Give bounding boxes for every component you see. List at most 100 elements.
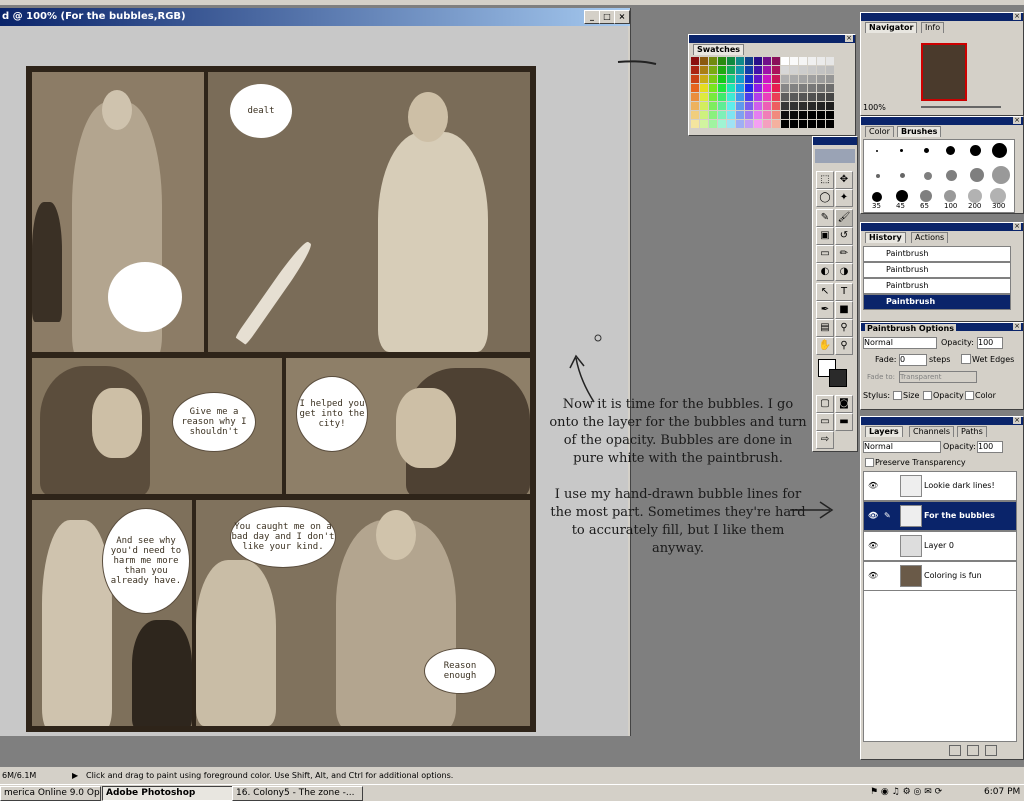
color-swatch[interactable]: [700, 57, 708, 65]
taskbar-item-aol[interactable]: merica Online 9.0 Opti...: [0, 786, 101, 801]
hand-tool-icon[interactable]: ✋: [816, 337, 834, 355]
color-swatch[interactable]: [691, 75, 699, 83]
tab-swatches[interactable]: Swatches: [693, 44, 744, 55]
marquee-tool-icon[interactable]: ⬚: [816, 171, 834, 189]
airbrush-tool-icon[interactable]: ✎: [816, 209, 834, 227]
color-swatch[interactable]: [754, 84, 762, 92]
new-layer-icon[interactable]: [967, 745, 979, 756]
screen-mode-icon[interactable]: ▭: [816, 413, 834, 431]
color-swatch[interactable]: [826, 75, 834, 83]
history-brush-icon[interactable]: ↺: [835, 227, 853, 245]
standard-mode-icon[interactable]: ▢: [816, 395, 834, 413]
trash-icon[interactable]: [985, 745, 997, 756]
brush-tip[interactable]: [944, 190, 956, 202]
color-swatch[interactable]: [700, 75, 708, 83]
color-swatch[interactable]: [808, 111, 816, 119]
palette-titlebar[interactable]: [813, 137, 857, 145]
zoom-slider[interactable]: [921, 106, 1001, 108]
palette-titlebar[interactable]: ×: [861, 223, 1023, 231]
color-swatch[interactable]: [799, 75, 807, 83]
color-swatch[interactable]: [790, 102, 798, 110]
notes-tool-icon[interactable]: ▤: [816, 319, 834, 337]
quickmask-mode-icon[interactable]: ◙: [835, 395, 853, 413]
color-swatch[interactable]: [799, 102, 807, 110]
tab-info[interactable]: Info: [921, 22, 945, 33]
close-icon[interactable]: ×: [1013, 323, 1021, 330]
fade-input[interactable]: 0: [899, 354, 927, 366]
color-swatch[interactable]: [808, 75, 816, 83]
color-swatch[interactable]: [691, 93, 699, 101]
eye-icon[interactable]: 👁: [868, 472, 878, 500]
color-swatch[interactable]: [763, 120, 771, 128]
color-swatch[interactable]: [817, 93, 825, 101]
color-swatch[interactable]: [754, 75, 762, 83]
color-swatch[interactable]: [790, 57, 798, 65]
tab-navigator[interactable]: Navigator: [865, 22, 918, 33]
color-swatch[interactable]: [772, 93, 780, 101]
close-icon[interactable]: ×: [1013, 223, 1021, 230]
color-swatch[interactable]: [718, 120, 726, 128]
color-swatch[interactable]: [790, 93, 798, 101]
tray-icons[interactable]: ⚑ ◉ ♫ ⚙ ◎ ✉ ⟳: [870, 786, 978, 799]
color-swatch[interactable]: [727, 93, 735, 101]
layer-row-active[interactable]: 👁 ✎ For the bubbles: [863, 501, 1017, 531]
color-swatch[interactable]: [709, 75, 717, 83]
color-swatch[interactable]: [799, 93, 807, 101]
color-swatch[interactable]: [700, 120, 708, 128]
palette-titlebar[interactable]: ×: [861, 417, 1023, 425]
brush-tip[interactable]: [900, 149, 903, 152]
color-swatch[interactable]: [808, 102, 816, 110]
stylus-size-checkbox[interactable]: [893, 391, 902, 400]
color-swatch[interactable]: [727, 66, 735, 74]
color-swatch[interactable]: [799, 66, 807, 74]
color-swatch[interactable]: [745, 75, 753, 83]
color-swatch[interactable]: [763, 102, 771, 110]
fullscreen-mode-icon[interactable]: ▬: [835, 413, 853, 431]
color-swatch[interactable]: [754, 57, 762, 65]
blur-tool-icon[interactable]: ◐: [816, 263, 834, 281]
layer-opacity-input[interactable]: 100: [977, 441, 1003, 453]
stylus-color-checkbox[interactable]: [965, 391, 974, 400]
close-icon[interactable]: ×: [1013, 417, 1021, 424]
magic-wand-icon[interactable]: ✦: [835, 189, 853, 207]
color-swatch[interactable]: [718, 84, 726, 92]
color-swatch[interactable]: [745, 111, 753, 119]
close-icon[interactable]: ×: [1013, 117, 1021, 124]
color-swatch[interactable]: [799, 57, 807, 65]
tab-color[interactable]: Color: [865, 126, 894, 137]
paintbrush-tool-icon[interactable]: 🖌: [835, 209, 853, 227]
layer-row[interactable]: 👁 Coloring is fun: [863, 561, 1017, 591]
color-swatch[interactable]: [754, 120, 762, 128]
color-swatch[interactable]: [727, 111, 735, 119]
type-tool-icon[interactable]: T: [835, 283, 853, 301]
color-swatch[interactable]: [700, 102, 708, 110]
brush-tip[interactable]: [946, 146, 955, 155]
color-swatch[interactable]: [790, 75, 798, 83]
color-swatch[interactable]: [826, 120, 834, 128]
color-swatch[interactable]: [826, 66, 834, 74]
color-swatch[interactable]: [745, 66, 753, 74]
close-icon[interactable]: ×: [1013, 13, 1021, 20]
color-swatch[interactable]: [754, 66, 762, 74]
pencil-tool-icon[interactable]: ✏: [835, 245, 853, 263]
background-color-swatch[interactable]: [829, 369, 847, 387]
taskbar-item-browser[interactable]: 16. Colony5 - The zone -...: [232, 786, 363, 801]
color-swatch[interactable]: [817, 57, 825, 65]
navigator-thumbnail[interactable]: [921, 43, 967, 101]
color-swatch[interactable]: [736, 84, 744, 92]
eye-icon[interactable]: 👁: [868, 532, 878, 560]
tab-history[interactable]: History: [865, 232, 906, 243]
palette-titlebar[interactable]: ×: [689, 35, 855, 43]
color-swatch[interactable]: [736, 66, 744, 74]
tab-layers[interactable]: Layers: [865, 426, 903, 437]
swatch-grid[interactable]: [691, 57, 841, 133]
color-swatch[interactable]: [763, 75, 771, 83]
color-swatch[interactable]: [808, 93, 816, 101]
history-item[interactable]: Paintbrush: [863, 262, 1011, 278]
palette-titlebar[interactable]: ×: [861, 117, 1023, 125]
color-swatch[interactable]: [826, 93, 834, 101]
color-swatch[interactable]: [772, 57, 780, 65]
color-swatch[interactable]: [808, 84, 816, 92]
color-swatch[interactable]: [745, 57, 753, 65]
color-swatch[interactable]: [817, 102, 825, 110]
